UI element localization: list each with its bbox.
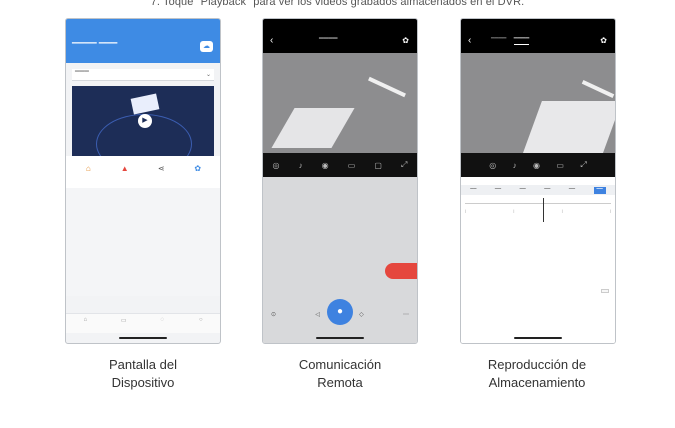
date-item[interactable]: ▔▔ [544, 188, 550, 193]
status-bar [263, 19, 417, 33]
date-item[interactable]: ▔▔ [495, 188, 501, 193]
status-bar [66, 19, 220, 33]
tab-video[interactable]: ▭ [109, 314, 139, 333]
empty-area [66, 188, 220, 296]
talk-panel: ● ⊙ ◁ ◇ ⋯ [263, 177, 417, 343]
audio-icon[interactable]: ♪ [299, 161, 303, 170]
action-alarm[interactable]: ▲ [110, 164, 140, 188]
snapshot-icon[interactable]: ◎ [489, 161, 496, 170]
snapshot-icon[interactable]: ◎ [273, 161, 280, 170]
tab-message[interactable]: ◌ [147, 314, 177, 333]
caption-line: Dispositivo [111, 375, 175, 390]
home-indicator [514, 337, 562, 339]
user-icon: ○ [198, 317, 203, 323]
timeline-cursor[interactable] [543, 198, 544, 222]
share-icon: ⋖ [157, 164, 165, 173]
nav-title: ▔▔▔▔ [319, 39, 338, 45]
caption-line: Remota [317, 375, 363, 390]
tab-home[interactable]: ⌂ [70, 314, 100, 333]
home-icon: ⌂ [83, 317, 88, 323]
device-video-preview[interactable]: ▶ [72, 86, 214, 156]
tab-cloud[interactable]: ▔▔▔▔ [491, 38, 506, 44]
play-icon[interactable]: ▶ [138, 114, 152, 128]
record-icon[interactable]: ◉ [322, 161, 329, 170]
alarm-icon: ▲ [120, 164, 129, 173]
caption-line: Reproducción de [487, 357, 587, 372]
playback-icon: ⌂ [85, 164, 91, 173]
caption-storage-playback: Reproducción de Almacenamiento [447, 356, 627, 392]
action-settings[interactable]: ✿ [183, 164, 213, 188]
video-icon: ▭ [120, 318, 127, 324]
device-actions: ⌂ ▲ ⋖ ✿ [66, 156, 220, 188]
chevron-left-icon[interactable]: ‹ [270, 35, 273, 46]
phone-remote-communication: ‹ ▔▔▔▔ ✿ ◎ ♪ ◉ ▭ ▢ ⤢ ● ⊙ ◁ ◇ ⋯ [262, 18, 418, 344]
brand-logo [130, 93, 160, 115]
phone-storage-playback: ‹ ▔▔▔▔ ▔▔▔▔ ✿ ◎ ♪ ◉ ▭ ⤢ ▔▔ ▔▔ ▔▔ ▔▔ ▔▔ ▔… [460, 18, 616, 344]
quality-icon[interactable]: ▭ [348, 161, 356, 170]
caption-line: Comunicación [298, 357, 382, 372]
screen-icon[interactable]: ▭ [556, 161, 564, 170]
instruction-text: 7. Toque "Playback" para ver los videos … [150, 0, 525, 8]
phone-device-screen: ▔▔▔▔ ▔▔▔ ☁ ▔▔▔ ⌄ ▶ ⌂ ▲ ⋖ ✿ ⌂ ▭ ◌ ○ [65, 18, 221, 344]
playback-controls: ◎ ♪ ◉ ▭ ⤢ [461, 153, 615, 177]
gear-icon: ✿ [194, 164, 202, 173]
scene-bar [581, 80, 615, 98]
app-header: ▔▔▔▔ ▔▔▔ ☁ [66, 19, 220, 63]
caption-device-screen: Pantalla del Dispositivo [53, 356, 233, 392]
date-item-selected[interactable]: ▔▔ [593, 186, 606, 194]
timeline-ticks: | | | | [465, 208, 611, 213]
cloud-icon[interactable]: ☁ [200, 41, 213, 52]
caption-line: Pantalla del [109, 357, 177, 372]
scene-bar [368, 76, 406, 98]
scene-wall [520, 101, 615, 153]
caption-line: Almacenamiento [488, 375, 586, 390]
chevron-down-icon: ⌄ [205, 72, 211, 78]
scene-wall [271, 108, 355, 148]
more-icon[interactable]: ⋯ [403, 311, 409, 318]
snapshot-icon[interactable]: ◇ [359, 311, 364, 318]
live-camera-view[interactable] [263, 53, 417, 153]
tab-local[interactable]: ▔▔▔▔ [513, 38, 530, 45]
app-title: ▔▔▔▔ ▔▔▔ [72, 43, 118, 52]
audio-icon[interactable]: ♪ [513, 161, 517, 170]
home-indicator [316, 337, 364, 339]
record-button[interactable] [385, 263, 417, 279]
date-item[interactable]: ▔▔ [569, 188, 575, 193]
status-bar [461, 19, 615, 33]
download-button[interactable] [601, 289, 609, 293]
action-playback[interactable]: ⌂ [73, 164, 103, 188]
device-select[interactable]: ▔▔▔ ⌄ [72, 69, 214, 81]
action-share[interactable]: ⋖ [146, 164, 176, 188]
gear-icon[interactable]: ✿ [402, 36, 409, 45]
bottom-tab-bar: ⌂ ▭ ◌ ○ [66, 313, 220, 333]
gear-icon[interactable]: ✿ [600, 36, 607, 45]
playback-panel [461, 177, 615, 343]
speaker-icon[interactable]: ◁ [315, 311, 320, 318]
screen-icon[interactable]: ▢ [374, 161, 382, 170]
caption-remote-communication: Comunicación Remota [250, 356, 430, 392]
timeline[interactable]: | | | | [465, 198, 611, 233]
date-item[interactable]: ▔▔ [520, 188, 526, 193]
ptz-icon[interactable]: ⊙ [271, 311, 276, 318]
tab-profile[interactable]: ○ [186, 314, 216, 333]
bottom-icons: ⊙ ◁ ◇ ⋯ [263, 311, 417, 318]
message-icon: ◌ [160, 317, 165, 323]
fullscreen-icon[interactable]: ⤢ [401, 160, 407, 170]
playback-camera-view[interactable] [461, 53, 615, 153]
home-indicator [119, 337, 167, 339]
chevron-left-icon[interactable]: ‹ [468, 35, 471, 46]
live-controls: ◎ ♪ ◉ ▭ ▢ ⤢ [263, 153, 417, 177]
date-item[interactable]: ▔▔ [470, 188, 476, 193]
record-icon[interactable]: ◉ [533, 161, 540, 170]
playback-tabs: ▔▔▔▔ ▔▔▔▔ [491, 38, 535, 45]
date-selector: ▔▔ ▔▔ ▔▔ ▔▔ ▔▔ ▔▔ [461, 185, 615, 195]
fullscreen-icon[interactable]: ⤢ [580, 160, 586, 170]
